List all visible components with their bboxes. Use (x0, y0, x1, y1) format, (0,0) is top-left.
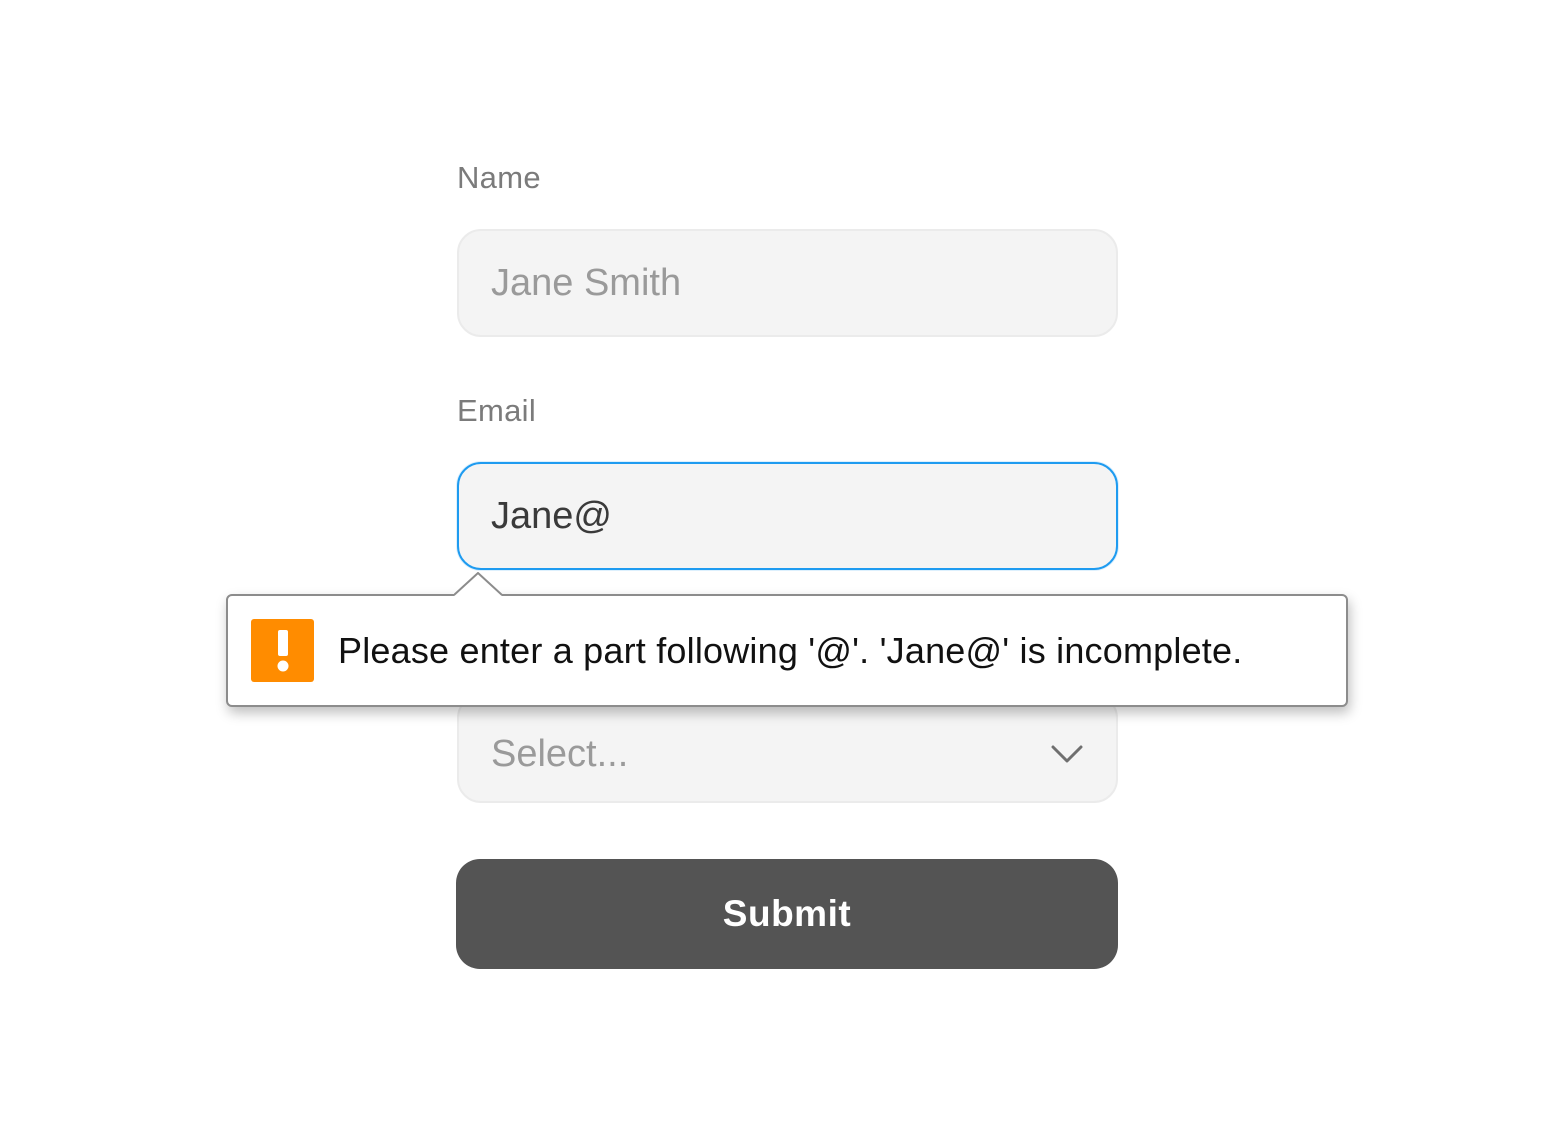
select-placeholder: Select... (491, 733, 629, 775)
form-page: Name Email Select... Submit Please enter… (0, 0, 1560, 1133)
submit-button[interactable]: Submit (456, 859, 1118, 969)
chevron-down-icon (1050, 727, 1084, 771)
email-label: Email (457, 393, 537, 428)
validation-tooltip: Please enter a part following '@'. 'Jane… (226, 594, 1348, 707)
name-label: Name (457, 160, 541, 195)
warning-icon (251, 619, 314, 682)
email-input[interactable] (457, 462, 1118, 570)
select-dropdown[interactable]: Select... (457, 694, 1118, 803)
tooltip-arrow (454, 572, 503, 596)
validation-message: Please enter a part following '@'. 'Jane… (338, 629, 1243, 671)
name-input[interactable] (457, 229, 1118, 337)
